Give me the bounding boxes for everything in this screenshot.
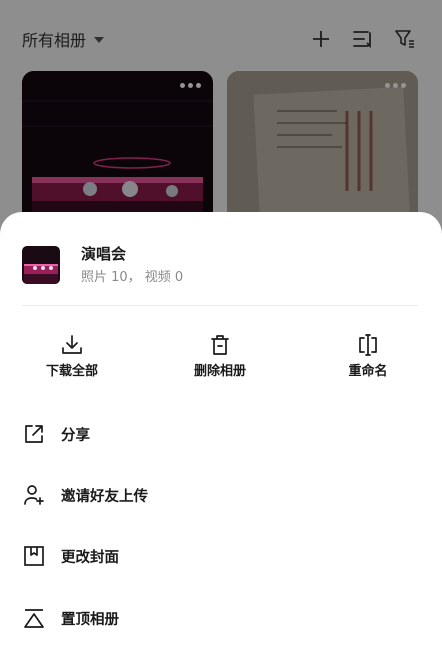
trash-icon	[207, 332, 233, 358]
menu-item-label: 分享	[61, 427, 90, 444]
download-all-label: 下载全部	[45, 364, 98, 379]
menu-item-change-cover[interactable]: 更改封面	[22, 538, 420, 574]
download-icon	[59, 332, 85, 358]
quick-actions: 下载全部 删除相册 重命名	[0, 332, 442, 388]
album-summary: 演唱会 照片 10， 视频 0	[22, 244, 420, 286]
video-count: 视频 0	[144, 269, 184, 285]
rename-button[interactable]: 重命名	[318, 332, 418, 380]
download-all-button[interactable]: 下载全部	[22, 332, 122, 380]
pin-top-icon	[22, 606, 46, 630]
menu-item-label: 更改封面	[61, 549, 119, 566]
rename-label: 重命名	[348, 364, 388, 379]
album-counts: 照片 10， 视频 0	[81, 269, 183, 287]
photo-count: 照片 10，	[81, 269, 141, 285]
divider	[22, 305, 418, 306]
invite-user-icon	[22, 483, 46, 507]
menu-item-label: 邀请好友上传	[61, 488, 148, 505]
menu-item-share[interactable]: 分享	[22, 416, 420, 452]
delete-album-label: 删除相册	[193, 364, 246, 379]
delete-album-button[interactable]: 删除相册	[170, 332, 270, 380]
share-icon	[22, 422, 46, 446]
rename-icon	[355, 332, 381, 358]
album-thumbnail	[22, 246, 60, 284]
menu-item-invite[interactable]: 邀请好友上传	[22, 477, 420, 513]
menu-item-label: 置顶相册	[61, 611, 119, 628]
album-title: 演唱会	[81, 244, 127, 263]
album-actions-sheet: 演唱会 照片 10， 视频 0 下载全部 删除相册 重命名 分享 邀请好友上传 …	[0, 212, 442, 653]
menu-item-pin-top[interactable]: 置顶相册	[22, 600, 420, 636]
cover-icon	[22, 544, 46, 568]
